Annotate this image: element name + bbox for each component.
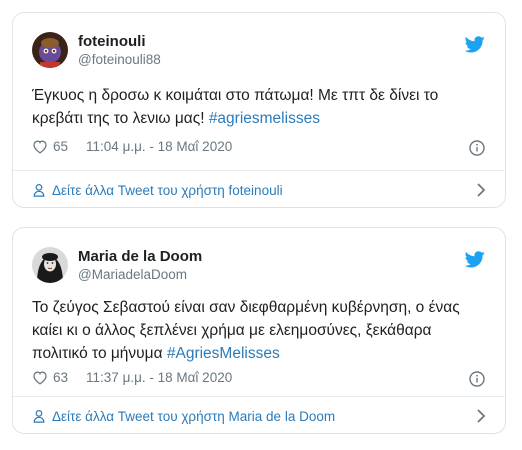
see-more-tweets-link[interactable]: Δείτε άλλα Tweet του χρήστη foteinouli — [32, 171, 486, 207]
heart-icon[interactable] — [32, 139, 48, 154]
hashtag-link[interactable]: #agriesmelisses — [209, 110, 320, 127]
avatar[interactable] — [32, 32, 68, 68]
tweet-timestamp[interactable]: 11:37 μ.μ. - 18 Μαΐ 2020 — [86, 370, 232, 385]
chevron-right-icon[interactable] — [476, 183, 486, 197]
tweet-meta: 63 11:37 μ.μ. - 18 Μαΐ 2020 — [32, 370, 232, 385]
woman-portrait-avatar-icon — [32, 247, 68, 283]
info-icon[interactable] — [469, 371, 485, 387]
tweet-meta: 65 11:04 μ.μ. - 18 Μαΐ 2020 — [32, 139, 232, 154]
tweet-text: Το ζεύγος Σεβαστού είναι σαν διεφθαρμένη… — [32, 296, 482, 365]
avatar[interactable] — [32, 247, 68, 283]
user-handle[interactable]: @MariadelaDoom — [78, 266, 202, 283]
tweet-author-header[interactable]: foteinouli @foteinouli88 — [32, 32, 161, 68]
tweet-author-header[interactable]: Maria de la Doom @MariadelaDoom — [32, 247, 202, 283]
twitter-bird-icon[interactable] — [465, 36, 485, 53]
see-more-tweets-label[interactable]: Δείτε άλλα Tweet του χρήστη Maria de la … — [52, 409, 335, 424]
like-count: 65 — [53, 139, 69, 154]
see-more-tweets-label[interactable]: Δείτε άλλα Tweet του χρήστη foteinouli — [52, 183, 283, 198]
display-name[interactable]: Maria de la Doom — [78, 247, 202, 266]
display-name[interactable]: foteinouli — [78, 32, 161, 51]
embedded-tweet-card: foteinouli @foteinouli88 Έγκυος η δροσω … — [12, 12, 506, 208]
hashtag-link[interactable]: #AgriesMelisses — [167, 345, 280, 362]
cartoon-character-avatar-icon — [32, 32, 68, 68]
like-count: 63 — [53, 370, 69, 385]
chevron-right-icon[interactable] — [476, 409, 486, 423]
info-icon[interactable] — [469, 140, 485, 156]
see-more-tweets-link[interactable]: Δείτε άλλα Tweet του χρήστη Maria de la … — [32, 397, 486, 433]
twitter-bird-icon[interactable] — [465, 251, 485, 268]
user-handle[interactable]: @foteinouli88 — [78, 51, 161, 68]
person-icon — [33, 409, 45, 423]
embedded-tweet-card: Maria de la Doom @MariadelaDoom Το ζεύγο… — [12, 227, 506, 434]
person-icon — [33, 183, 45, 197]
heart-icon[interactable] — [32, 370, 48, 385]
tweet-text: Έγκυος η δροσω κ κοιμάται στο πάτωμα! Με… — [32, 84, 482, 130]
tweet-timestamp[interactable]: 11:04 μ.μ. - 18 Μαΐ 2020 — [86, 139, 232, 154]
